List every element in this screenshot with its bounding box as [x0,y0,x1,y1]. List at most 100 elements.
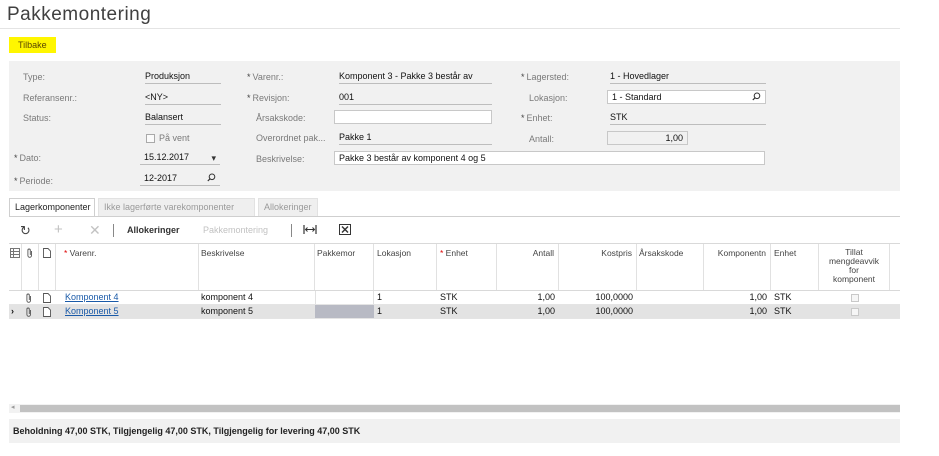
back-button[interactable]: Tilbake [9,37,56,53]
col-qty[interactable]: Antall [497,244,559,290]
row-parent[interactable] [315,291,374,304]
row-location[interactable]: 1 [377,305,435,318]
refnr-label: Referansenr.: [23,93,78,103]
refresh-icon[interactable]: ↻ [20,223,31,239]
note-header-icon [39,244,56,290]
row-unit[interactable]: STK [440,291,495,304]
col-allow-deviation[interactable]: Tillat mengdeavvik for komponent [819,244,890,290]
type-field[interactable]: Produksjon [145,71,221,84]
date-value: 15.12.2017 [144,152,190,162]
tab-ikke-lagerforte[interactable]: Ikke lagerførte varekomponenter [98,198,255,216]
revision-label-text: Revisjon: [252,93,290,103]
row-unit2[interactable]: STK [774,291,818,304]
row-qty[interactable]: 1,00 [497,305,555,318]
row-location[interactable]: 1 [377,291,435,304]
horizontal-scrollbar[interactable]: ◂ [9,404,900,413]
status-field: Balansert [145,112,221,125]
location-field[interactable]: 1 - Standard [607,90,766,104]
chevron-down-icon[interactable]: ▾ [211,152,216,164]
warehouse-label-text: Lagersted: [526,72,570,82]
reason-field[interactable] [334,110,492,124]
col-cost[interactable]: Kostpris [559,244,637,290]
grid-settings-icon[interactable] [9,244,22,290]
note-icon[interactable] [43,305,53,318]
quantity-field[interactable]: 1,00 [607,131,688,145]
add-icon[interactable]: + [54,221,63,238]
period-field[interactable]: 12-2017 [140,172,220,186]
row-reason[interactable] [639,305,702,318]
period-label: * Periode: [14,176,54,186]
col-item[interactable]: * Varenr. [56,244,199,290]
col-description[interactable]: Beskrivelse [199,244,315,290]
warehouse-label: * Lagersted: [521,72,570,82]
components-grid: * Varenr. Beskrivelse Pakkemor Lokasjon … [9,243,900,407]
parent-field: Pakke 1 [339,132,492,145]
row-selected-chevron-icon: › [11,306,14,316]
unit-field[interactable]: STK [610,112,766,125]
period-value: 12-2017 [144,173,178,183]
attachment-icon[interactable] [25,291,37,304]
row-cost[interactable]: 100,0000 [559,305,633,318]
row-description[interactable]: komponent 4 [201,291,313,304]
delete-icon[interactable]: ✕ [89,222,101,239]
item-label-text: Varenr.: [252,72,284,82]
col-unit-label: Enhet [445,248,468,258]
toolbar-separator [291,224,292,237]
table-row[interactable]: Komponent 4 komponent 4 1 STK 1,00 100,0… [9,291,900,305]
row-description[interactable]: komponent 5 [201,305,313,318]
row-parent[interactable] [315,305,374,318]
note-icon[interactable] [43,291,53,304]
col-unit[interactable]: * Enhet [437,244,497,290]
description-label: Beskrivelse: [256,154,305,164]
refnr-field[interactable]: <NY> [145,92,221,105]
period-label-text: Periode: [19,176,54,186]
row-reason[interactable] [639,291,702,304]
row-allow-checkbox[interactable] [851,294,859,302]
col-location[interactable]: Lokasjon [374,244,437,290]
tab-allokeringer[interactable]: Allokeringer [258,198,318,216]
row-allow-checkbox[interactable] [851,308,859,316]
on-hold-checkbox[interactable] [146,134,155,143]
type-label: Type: [23,72,46,82]
col-component[interactable]: Komponentn [704,244,771,290]
row-cost[interactable]: 100,0000 [559,291,633,304]
allocations-button[interactable]: Allokeringer [127,225,180,235]
revision-field[interactable]: 001 [339,92,492,105]
header-form: Type: Produksjon Referansenr.: <NY> Stat… [9,61,900,191]
item-field[interactable]: Komponent 3 - Pakke 3 består av [339,71,492,84]
date-label: * Dato: [14,153,42,163]
toolbar-separator [113,224,114,237]
row-unit[interactable]: STK [440,305,495,318]
packing-button[interactable]: Pakkemontering [203,225,268,235]
attachment-header-icon [22,244,39,290]
title-divider [0,28,900,29]
on-hold-label: På vent [159,133,190,143]
item-label: * Varenr.: [247,72,284,82]
row-component[interactable]: 1,00 [704,305,767,318]
status-label: Status: [23,113,52,123]
table-row[interactable]: › Komponent 5 komponent 5 1 STK 1,00 100… [9,305,900,319]
col-reason[interactable]: Årsakskode [637,244,704,290]
attachment-icon[interactable] [25,305,37,318]
parent-label: Overordnet pak... [256,133,326,143]
row-component[interactable]: 1,00 [704,291,767,304]
export-excel-icon[interactable] [339,224,351,235]
scroll-left-icon[interactable]: ◂ [11,403,15,411]
scrollbar-thumb[interactable] [20,405,900,412]
row-item-link[interactable]: Komponent 4 [65,291,197,304]
row-qty[interactable]: 1,00 [497,291,555,304]
col-unit2[interactable]: Enhet [771,244,819,290]
revision-label: * Revisjon: [247,93,290,103]
search-icon[interactable] [752,92,761,101]
stock-summary: Beholdning 47,00 STK, Tilgjengelig 47,00… [9,419,900,443]
warehouse-field[interactable]: 1 - Hovedlager [610,71,766,84]
tab-lagerkomponenter[interactable]: Lagerkomponenter [9,198,95,216]
grid-toolbar: ↻ + ✕ Allokeringer Pakkemontering [9,221,900,241]
col-parent[interactable]: Pakkemor [315,244,374,290]
date-field[interactable]: 15.12.2017 ▾ [140,151,220,165]
row-unit2[interactable]: STK [774,305,818,318]
search-icon[interactable] [207,173,216,182]
row-item-link[interactable]: Komponent 5 [65,305,197,318]
description-field[interactable]: Pakke 3 består av komponent 4 og 5 [334,151,765,165]
fit-columns-icon[interactable] [303,224,317,235]
